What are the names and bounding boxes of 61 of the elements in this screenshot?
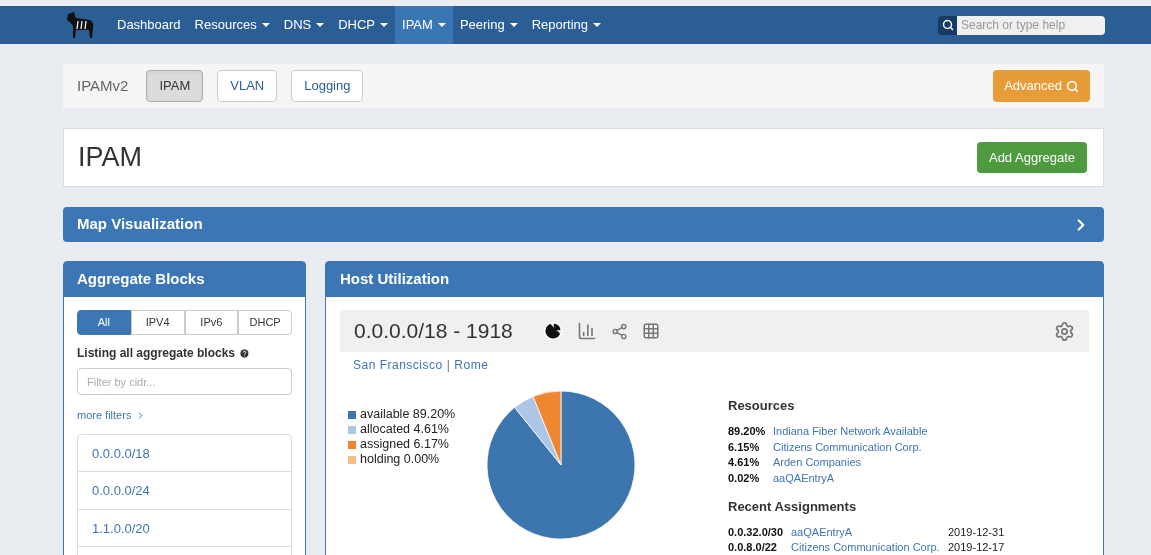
section-title: Resources: [728, 397, 796, 415]
location-link[interactable]: Rome: [454, 356, 489, 374]
assignment-cidr: 0.0.32.0/30: [728, 524, 785, 540]
map-visualization-bar[interactable]: Map Visualization: [63, 207, 1104, 242]
separator: |: [446, 357, 451, 374]
section-title: Recent Assignments: [728, 497, 858, 516]
grid-icon: [641, 322, 660, 340]
resource-link[interactable]: Citizens Communication Corp.: [773, 438, 922, 455]
resource-link[interactable]: Arden Companies: [773, 454, 862, 471]
search-icon: [938, 15, 957, 35]
listing-label: Listing all aggregate blocks: [77, 345, 236, 362]
filter-tab[interactable]: IPV4: [130, 310, 185, 335]
panel-header: Host Utilization: [326, 262, 1103, 297]
resource-link[interactable]: Indiana Fiber Network Available: [773, 423, 928, 440]
assignment-date: 2019-12-31: [948, 524, 1005, 540]
assignment-link[interactable]: aaQAEntryA: [791, 523, 948, 540]
subnav-title: IPAMv2: [77, 75, 129, 96]
bar-chart-icon: [576, 321, 597, 341]
nav-item[interactable]: IPAM: [395, 6, 453, 44]
share-icon: [610, 322, 628, 340]
subnav-button[interactable]: Logging: [291, 70, 364, 102]
aggregate-block-item[interactable]: 1.1.0.0/20: [78, 509, 291, 547]
legend-label: holding 0.00%: [360, 451, 440, 469]
panel-header: Aggregate Blocks: [64, 262, 305, 297]
add-aggregate-button[interactable]: Add Aggregate: [976, 142, 1087, 173]
filter-tab[interactable]: IPv6: [184, 310, 239, 335]
aggregate-block-item[interactable]: 0.0.0.0/24: [78, 472, 291, 510]
nav-item[interactable]: Dashboard: [110, 6, 188, 44]
resource-percent: 0.02%: [728, 470, 761, 486]
resource-percent: 6.15%: [728, 439, 761, 455]
nav-item[interactable]: DNS: [276, 6, 332, 44]
filter-tab[interactable]: DHCP: [238, 310, 292, 335]
nav-item[interactable]: Resources: [187, 6, 277, 44]
nav-item[interactable]: DHCP: [331, 6, 396, 44]
pie-chart-icon: [542, 321, 563, 341]
aggregate-block-item[interactable]: 0.0.0.0/18: [78, 434, 291, 472]
help-icon: [239, 347, 251, 359]
search-icon: [1066, 79, 1079, 93]
legend-label: assigned 6.17%: [360, 436, 449, 454]
assignment-date: 2019-12-17: [948, 540, 1005, 555]
settings-icon: [1054, 320, 1075, 342]
resource-link[interactable]: aaQAEntryA: [773, 469, 835, 486]
legend-label: allocated 4.61%: [360, 421, 449, 439]
resource-percent: 4.61%: [728, 455, 761, 470]
nav-item[interactable]: Peering: [452, 6, 525, 44]
zebra-logo-icon: [64, 10, 96, 40]
search-field[interactable]: Search or type help: [957, 15, 1105, 35]
location-link[interactable]: San Franscisco: [353, 356, 443, 374]
more-filters-link[interactable]: more filters: [77, 407, 292, 424]
panel-title: Map Visualization: [77, 214, 204, 235]
assignment-cidr: 0.0.8.0/22: [728, 540, 778, 555]
nav-item[interactable]: Reporting: [524, 6, 609, 44]
subnav-button[interactable]: IPAM: [146, 70, 204, 102]
subnav-button[interactable]: VLAN: [217, 70, 278, 102]
filter-field[interactable]: Filter by cidr...: [77, 368, 292, 395]
page-title: IPAM: [78, 141, 143, 175]
block-title: 0.0.0.0/18 - 1918: [354, 318, 513, 345]
assignment-link[interactable]: Citizens Communication Corp.: [791, 539, 948, 555]
resource-percent: 89.20%: [728, 424, 767, 439]
legend-label: available 89.20%: [360, 406, 456, 424]
filter-tab[interactable]: All: [77, 310, 131, 335]
